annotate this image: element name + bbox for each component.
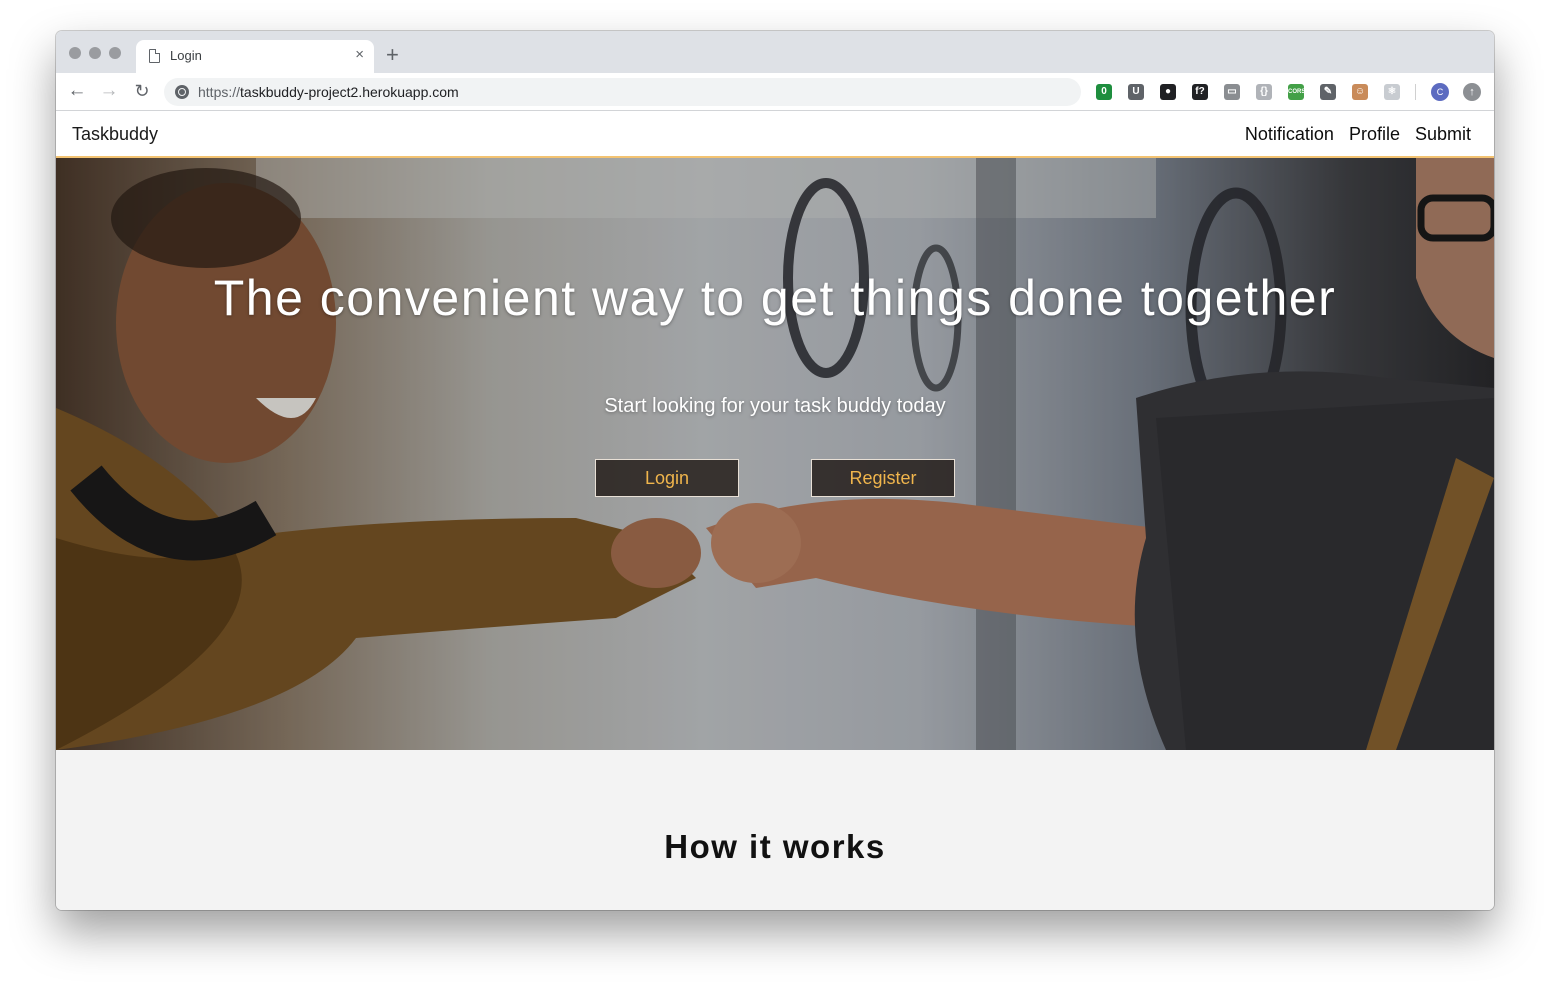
hero-overlay xyxy=(56,158,1494,750)
nav-link-submit[interactable]: Submit xyxy=(1415,124,1471,145)
toolbar-divider xyxy=(1415,84,1416,100)
how-it-works-section: How it works xyxy=(56,750,1494,910)
back-button[interactable]: ← xyxy=(66,80,88,102)
fontface-icon[interactable]: f? xyxy=(1192,84,1208,100)
globe-icon xyxy=(175,85,189,99)
hero-section: The convenient way to get things done to… xyxy=(56,158,1494,750)
hero-subtitle: Start looking for your task buddy today xyxy=(604,395,946,417)
ghostery-icon[interactable]: ● xyxy=(1160,84,1176,100)
register-button[interactable]: Register xyxy=(811,459,955,497)
tab-close-icon[interactable]: × xyxy=(355,46,364,64)
brand-link[interactable]: Taskbuddy xyxy=(72,124,158,145)
cors-icon[interactable]: CORS xyxy=(1288,84,1305,100)
url-host: taskbuddy-project2.herokuapp.com xyxy=(240,84,459,100)
json-icon[interactable]: {} xyxy=(1256,84,1272,100)
devtools-icon[interactable]: ✎ xyxy=(1320,84,1336,100)
close-window-button[interactable] xyxy=(69,47,81,59)
profile-avatar[interactable]: C xyxy=(1431,83,1449,101)
login-button[interactable]: Login xyxy=(595,459,739,497)
ublock-icon[interactable]: U xyxy=(1128,84,1144,100)
nav-link-notification[interactable]: Notification xyxy=(1245,124,1334,145)
site-navbar: Taskbuddy Notification Profile Submit xyxy=(56,111,1494,158)
nav-links: Notification Profile Submit xyxy=(1245,124,1471,145)
tab-strip: Login × + xyxy=(56,31,1494,73)
how-it-works-title: How it works xyxy=(664,828,886,865)
browser-tab[interactable]: Login × xyxy=(136,40,374,73)
page-icon xyxy=(149,49,160,63)
browser-window: Login × + ← → ↻ https://taskbuddy-projec… xyxy=(56,31,1494,910)
reload-button[interactable]: ↻ xyxy=(131,80,153,102)
screenshot-icon[interactable]: ▭ xyxy=(1224,84,1240,100)
minimize-window-button[interactable] xyxy=(89,47,101,59)
tab-title: Login xyxy=(170,48,202,63)
url-text[interactable]: https://taskbuddy-project2.herokuapp.com xyxy=(198,84,459,100)
forward-button[interactable]: → xyxy=(98,80,120,102)
nav-link-profile[interactable]: Profile xyxy=(1349,124,1400,145)
character-icon[interactable]: ☺ xyxy=(1352,84,1368,100)
new-tab-button[interactable]: + xyxy=(386,43,399,67)
tampermonkey-icon[interactable]: 0 xyxy=(1096,84,1112,100)
maximize-window-button[interactable] xyxy=(109,47,121,59)
address-bar[interactable]: https://taskbuddy-project2.herokuapp.com xyxy=(164,78,1081,106)
react-icon[interactable]: ⚛ xyxy=(1384,84,1400,100)
url-scheme: https:// xyxy=(198,84,241,100)
browser-toolbar: ← → ↻ https://taskbuddy-project2.herokua… xyxy=(56,73,1494,111)
update-icon[interactable]: ↑ xyxy=(1463,83,1481,101)
hero-title: The convenient way to get things done to… xyxy=(213,270,1337,326)
